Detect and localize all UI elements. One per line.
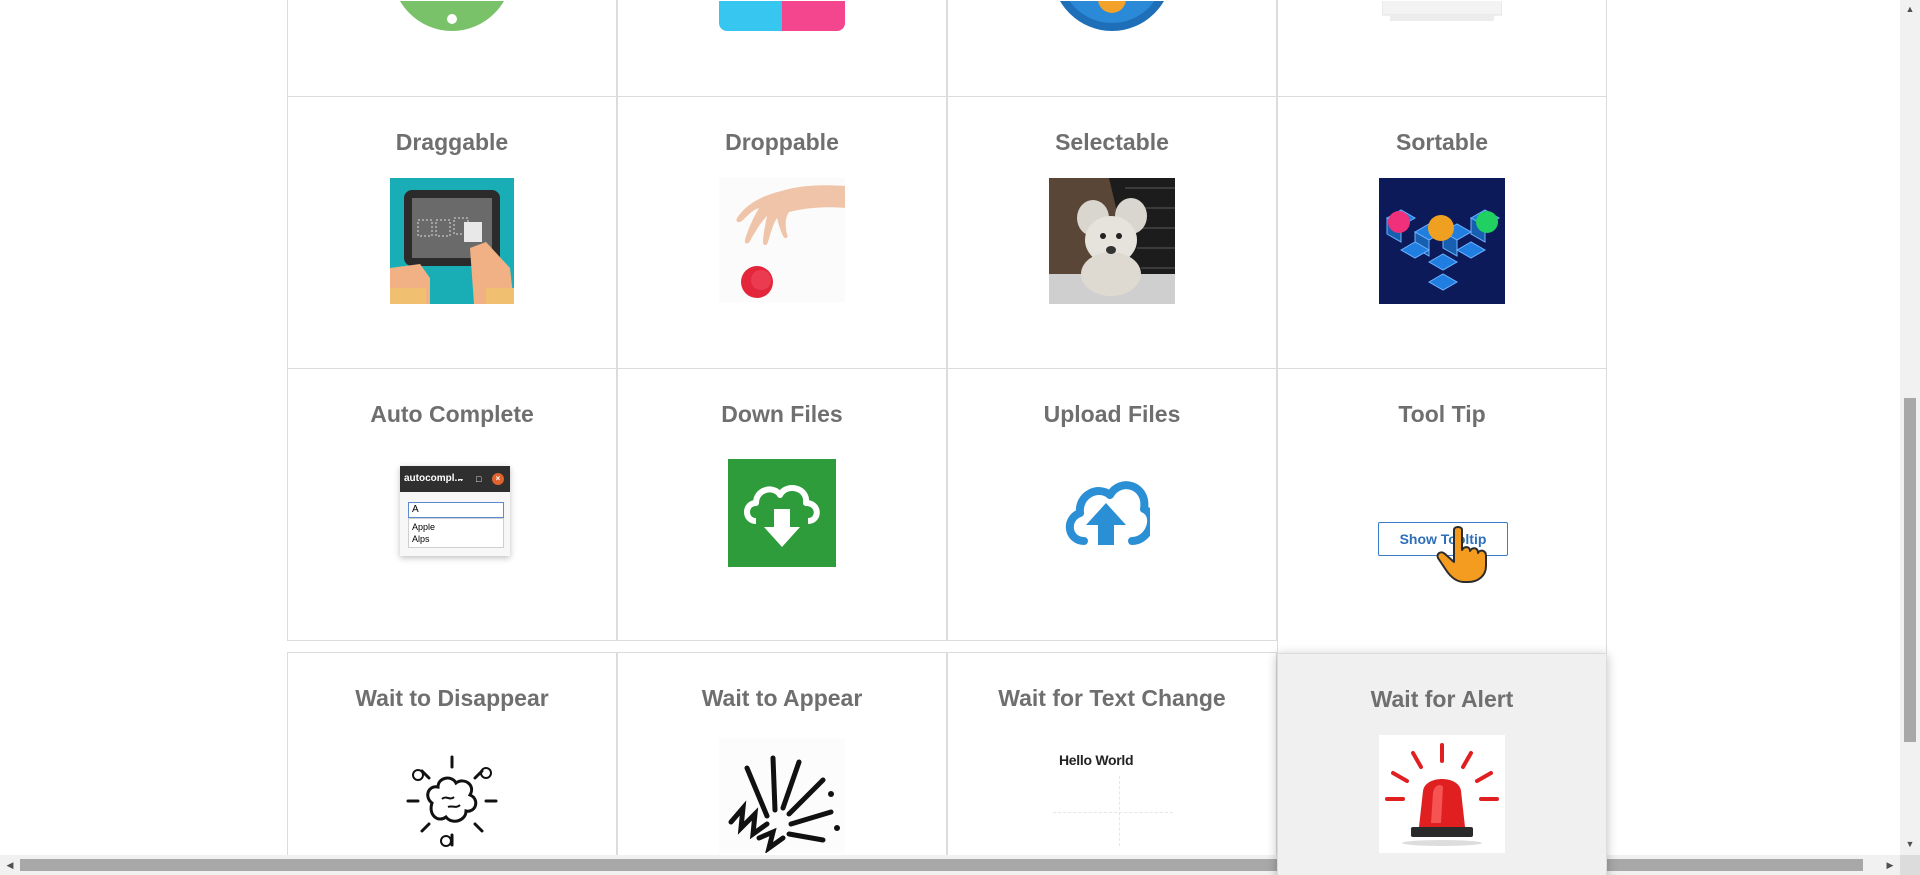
scroll-down-arrow-icon[interactable]: ▼ — [1900, 835, 1920, 853]
scroll-right-arrow-icon[interactable]: ▶ — [1880, 855, 1900, 875]
card-top-1[interactable] — [287, 0, 617, 97]
card-title: Sortable — [1395, 129, 1489, 155]
white-box-image — [1382, 1, 1502, 21]
card-top-4[interactable] — [1277, 0, 1607, 97]
card-top-2[interactable] — [617, 0, 947, 97]
card-tooltip[interactable]: Tool Tip — [1277, 368, 1607, 655]
preview-window-title: autocompl... — [404, 473, 463, 484]
vertical-scrollbar[interactable]: ▲ ▼ — [1900, 0, 1920, 855]
card-download[interactable]: Down Files — [617, 368, 947, 641]
card-sortable[interactable]: Sortable — [1277, 96, 1607, 369]
cursor-hand-icon — [1436, 526, 1487, 583]
card-title: Wait for Text Change — [998, 685, 1226, 711]
preview-option: Apple — [412, 522, 436, 532]
tablet-drag-image — [390, 178, 514, 304]
card-selectable[interactable]: Selectable — [947, 96, 1277, 369]
plush-mouse-image — [1049, 178, 1175, 304]
horizontal-scrollbar[interactable]: ◀ ▶ — [0, 855, 1920, 875]
card-top-3[interactable] — [947, 0, 1277, 97]
card-droppable[interactable]: Droppable — [617, 96, 947, 369]
scroll-left-arrow-icon[interactable]: ◀ — [0, 855, 20, 875]
card-title: Draggable — [395, 129, 509, 155]
green-circle-image — [400, 1, 504, 31]
preview-guideline — [1119, 776, 1120, 846]
card-title: Upload Files — [1043, 401, 1181, 427]
preview-input: A — [408, 502, 504, 518]
minimize-icon: – — [458, 474, 464, 484]
card-upload[interactable]: Upload Files — [947, 368, 1277, 641]
vertical-scroll-thumb[interactable] — [1904, 398, 1916, 742]
cloud-download-icon — [728, 459, 836, 567]
card-wait-disappear[interactable]: Wait to Disappear — [287, 652, 617, 875]
autocomplete-preview: autocompl... – □ × A Apple Alps — [400, 466, 510, 556]
card-wait-alert[interactable]: Wait for Alert — [1277, 653, 1607, 875]
card-title: Down Files — [721, 401, 843, 427]
card-wait-text[interactable]: Wait for Text Change Hello World — [947, 652, 1277, 875]
card-title: Auto Complete — [370, 401, 534, 427]
cloud-upload-icon — [1066, 481, 1150, 545]
scrollbar-corner — [1900, 855, 1920, 875]
card-autocomplete[interactable]: Auto Complete autocompl... – □ × A Apple… — [287, 368, 617, 641]
split-color-image — [719, 1, 845, 31]
preview-options: Apple Alps — [408, 518, 504, 548]
card-draggable[interactable]: Draggable — [287, 96, 617, 369]
preview-titlebar: autocompl... – □ × — [400, 466, 510, 492]
card-wait-appear[interactable]: Wait to Appear — [617, 652, 947, 875]
burst-lines-image — [719, 738, 845, 853]
sortable-cubes-image — [1379, 178, 1505, 304]
blue-orb-image — [1060, 1, 1164, 31]
card-title: Wait to Disappear — [355, 685, 549, 711]
card-title: Droppable — [725, 129, 839, 155]
siren-icon — [1379, 735, 1505, 853]
card-title: Wait to Appear — [701, 685, 863, 711]
hand-ball-image — [719, 178, 845, 302]
scroll-up-arrow-icon[interactable]: ▲ — [1900, 0, 1920, 18]
puff-explosion-image — [406, 755, 498, 847]
card-title: Selectable — [1055, 129, 1169, 155]
card-title: Tool Tip — [1398, 401, 1486, 427]
card-title: Wait for Alert — [1370, 686, 1514, 712]
hello-world-text: Hello World — [1059, 752, 1134, 768]
maximize-icon: □ — [476, 474, 482, 484]
preview-guideline — [1053, 812, 1173, 813]
hello-world-preview: Hello World — [1053, 736, 1179, 846]
close-icon: × — [492, 473, 504, 485]
preview-option: Alps — [412, 534, 430, 544]
